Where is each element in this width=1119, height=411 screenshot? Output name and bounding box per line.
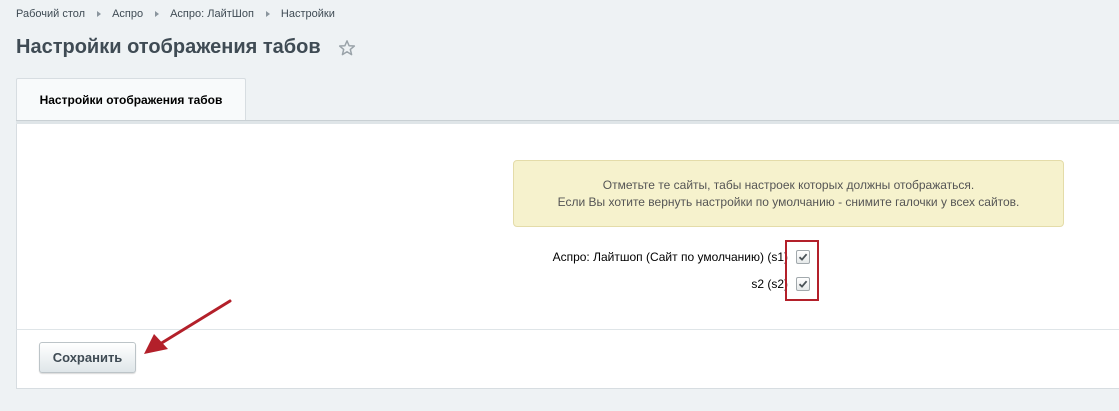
site-label-s2: s2 (s2) <box>751 277 788 291</box>
checkbox-highlight-frame <box>785 240 819 301</box>
breadcrumb-separator-icon <box>155 11 160 17</box>
breadcrumb-item-desktop[interactable]: Рабочий стол <box>16 8 85 20</box>
notice-line-2: Если Вы хотите вернуть настройки по умол… <box>557 194 1020 209</box>
breadcrumb-item-aspro-lightshop[interactable]: Аспро: ЛайтШоп <box>170 8 254 20</box>
red-arrow-icon <box>144 299 232 354</box>
tab-tab-display-settings[interactable]: Настройки отображения табов <box>16 78 246 120</box>
page-header: Настройки отображения табов <box>16 36 356 59</box>
info-notice: Отметьте те сайты, табы настроек которых… <box>513 160 1064 227</box>
notice-line-1: Отметьте те сайты, табы настроек которых… <box>602 177 975 192</box>
breadcrumb-item-aspro[interactable]: Аспро <box>112 8 143 20</box>
site-label-s1: Аспро: Лайтшоп (Сайт по умолчанию) (s1) <box>552 250 788 264</box>
star-icon[interactable] <box>338 39 356 57</box>
breadcrumb: Рабочий стол Аспро Аспро: ЛайтШоп Настро… <box>16 8 335 20</box>
site-row-s1: Аспро: Лайтшоп (Сайт по умолчанию) (s1) <box>553 250 810 264</box>
page-title: Настройки отображения табов <box>16 36 321 58</box>
breadcrumb-item-settings[interactable]: Настройки <box>281 8 335 20</box>
breadcrumb-separator-icon <box>265 11 270 17</box>
tab-bar: Настройки отображения табов <box>16 78 1119 124</box>
breadcrumb-separator-icon <box>97 11 102 17</box>
save-button[interactable]: Сохранить <box>39 342 136 373</box>
